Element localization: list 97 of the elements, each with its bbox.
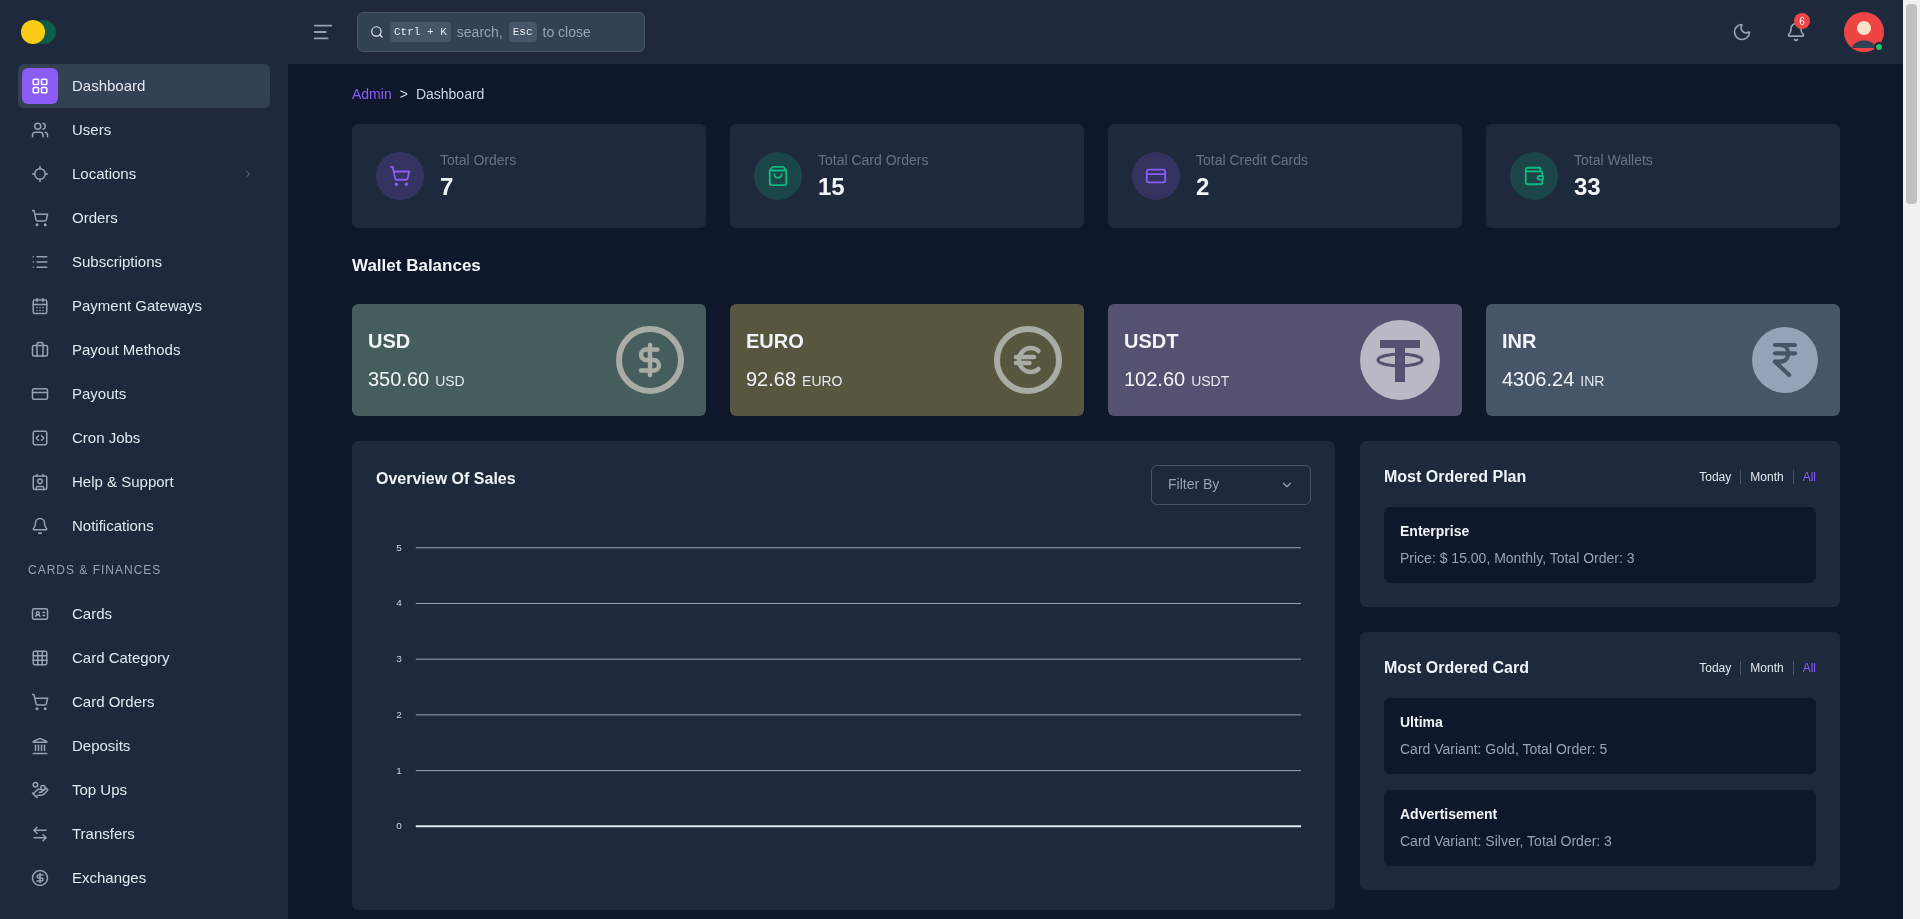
period-tab[interactable]: Month — [1750, 658, 1784, 677]
avatar-icon[interactable] — [1844, 12, 1884, 52]
period-tab[interactable]: Month — [1750, 467, 1784, 486]
scrollbar[interactable] — [1903, 0, 1920, 919]
currency-name: EURO — [746, 328, 805, 354]
item-name: Ultima — [1400, 712, 1444, 732]
panel-title: Most Ordered Card — [1384, 657, 1529, 678]
panel-title: Overview Of Sales — [376, 468, 516, 489]
sidebar-item[interactable]: Notifications — [18, 504, 270, 548]
euro-coin-icon — [994, 325, 1062, 394]
cart-icon — [31, 693, 49, 711]
balance-amount: 92.68 — [746, 366, 797, 392]
search-field[interactable]: Ctrl + K search, Esc to close — [357, 12, 645, 52]
id-card-icon — [31, 605, 49, 623]
sidebar-item[interactable]: Deposits — [18, 724, 270, 768]
breadcrumb-link[interactable]: Admin — [352, 83, 392, 105]
stat-label: Total Credit Cards — [1196, 150, 1309, 170]
sidebar-item[interactable]: Dashboard — [18, 64, 270, 108]
period-tab[interactable]: Today — [1699, 467, 1732, 486]
sidebar-item[interactable]: Cards — [18, 592, 270, 636]
dollar-coin-icon — [616, 325, 684, 394]
axis-tick-label: 5 — [396, 541, 402, 553]
stat-value: 33 — [1574, 171, 1602, 202]
key-hint: Esc — [508, 21, 537, 43]
logo-icon — [20, 19, 58, 45]
bell-icon — [31, 517, 49, 535]
search-hint: to close — [542, 22, 591, 42]
balance-amount: 4306.24 — [1502, 366, 1575, 392]
stat-value: 15 — [818, 171, 846, 202]
axis-tick-label: 4 — [396, 596, 402, 608]
notification-badge: 6 — [1794, 13, 1810, 29]
period-tab[interactable]: All — [1802, 658, 1816, 677]
balance-amount: 350.60 — [368, 366, 430, 392]
users-icon — [31, 121, 49, 139]
dollar-coin-icon — [31, 869, 49, 887]
tether-icon — [1360, 319, 1440, 400]
sidebar-item[interactable]: Exchanges — [18, 856, 270, 900]
balance-amount: 102.60 — [1124, 366, 1186, 392]
search-icon — [370, 25, 384, 39]
period-tab[interactable]: All — [1802, 467, 1816, 486]
cart-icon — [31, 209, 49, 227]
key-hint: Ctrl + K — [390, 21, 451, 43]
briefcase-icon — [31, 341, 49, 359]
item-name: Enterprise — [1400, 521, 1471, 541]
calendar-icon — [31, 297, 49, 315]
item-detail: Card Variant: Gold, Total Order: 5 — [1400, 739, 1609, 759]
axis-tick-label: 2 — [396, 708, 402, 720]
sidebar-item[interactable]: Card Category — [18, 636, 270, 680]
sidebar-item[interactable]: Subscriptions — [18, 240, 270, 284]
person-icon — [31, 473, 49, 491]
dashboard-icon — [31, 77, 49, 95]
panel-title: Most Ordered Plan — [1384, 466, 1527, 487]
stat-label: Total Wallets — [1574, 150, 1653, 170]
hand-coin-icon — [31, 781, 49, 799]
crosshair-icon — [31, 165, 49, 183]
sidebar-item[interactable]: Payouts — [18, 372, 270, 416]
axis-tick-label: 0 — [396, 819, 402, 831]
balance-unit: USDT — [1191, 371, 1230, 391]
bank-icon — [31, 737, 49, 755]
moon-icon[interactable] — [1732, 22, 1752, 42]
sidebar-item[interactable]: Users — [18, 108, 270, 152]
sidebar-item[interactable]: Payment Gateways — [18, 284, 270, 328]
section-title: Wallet Balances — [352, 255, 482, 277]
arrows-icon — [31, 825, 49, 843]
grid-icon — [31, 649, 49, 667]
search-hint: search, — [456, 22, 503, 42]
filter-dropdown[interactable]: Filter By — [1151, 464, 1311, 505]
item-detail: Price: $ 15.00, Monthly, Total Order: 3 — [1400, 548, 1636, 568]
currency-name: USD — [368, 328, 412, 354]
currency-name: INR — [1502, 328, 1538, 354]
code-icon — [31, 429, 49, 447]
currency-name: USDT — [1124, 328, 1180, 354]
breadcrumb-separator: > — [399, 84, 408, 104]
sidebar-item[interactable]: Top Ups — [18, 768, 270, 812]
sidebar-item[interactable]: Orders — [18, 196, 270, 240]
item-name: Advertisement — [1400, 804, 1499, 824]
sidebar-item[interactable]: Transfers — [18, 812, 270, 856]
balance-unit: INR — [1580, 371, 1605, 391]
card-icon — [31, 385, 49, 403]
section-label: CARDS & FINANCES — [28, 562, 162, 579]
balance-unit: EURO — [802, 371, 843, 391]
axis-tick-label: 1 — [396, 764, 402, 776]
stat-value: 2 — [1196, 171, 1211, 202]
sidebar-item[interactable]: Locations — [18, 152, 270, 196]
item-detail: Card Variant: Silver, Total Order: 3 — [1400, 831, 1613, 851]
sidebar-item[interactable]: Card Orders — [18, 680, 270, 724]
period-tab[interactable]: Today — [1699, 658, 1732, 677]
stat-label: Total Orders — [440, 150, 517, 170]
stat-label: Total Card Orders — [818, 150, 929, 170]
sidebar-item[interactable]: Cron Jobs — [18, 416, 270, 460]
balance-unit: USD — [435, 371, 465, 391]
breadcrumb-current: Dashboard — [415, 84, 485, 104]
stat-value: 7 — [440, 171, 455, 202]
axis-tick-label: 3 — [396, 652, 402, 664]
sidebar-item[interactable]: Help & Support — [18, 460, 270, 504]
sidebar-item[interactable]: Payout Methods — [18, 328, 270, 372]
list-icon — [31, 253, 49, 271]
